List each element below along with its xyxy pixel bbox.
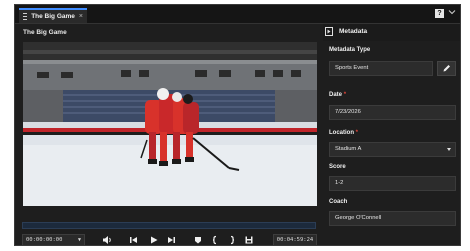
timecode-end: 00:04:59:24 [273, 234, 317, 245]
metadata-title: Metadata [339, 28, 368, 35]
metadata-type-label: Metadata Type [329, 47, 371, 53]
chevron-down-icon[interactable] [448, 8, 456, 16]
video-frame[interactable] [23, 42, 317, 206]
mark-out-icon[interactable] [227, 235, 237, 245]
step-back-icon[interactable] [129, 235, 139, 245]
video-panel: The Big Game 00:00:00:00 ▼ 00:04:59:24 [15, 24, 323, 245]
edit-metadata-type-button[interactable] [437, 61, 456, 76]
volume-icon[interactable] [102, 235, 112, 245]
list-icon [23, 13, 28, 20]
caret-down-icon: ▼ [77, 237, 81, 243]
timecode-start-value: 00:00:00:00 [26, 237, 63, 243]
help-icon[interactable]: ? [435, 9, 444, 18]
date-field[interactable]: 7/23/2026 [329, 105, 456, 120]
save-icon[interactable] [244, 235, 254, 245]
close-icon[interactable]: × [79, 13, 83, 20]
caret-down-icon [447, 148, 451, 151]
pencil-icon [443, 65, 450, 72]
coach-label: Coach [329, 199, 348, 205]
date-label: Date * [329, 92, 347, 98]
score-label: Score [329, 164, 346, 170]
location-label: Location * [329, 130, 359, 136]
metadata-header: Metadata [323, 24, 460, 41]
hockey-scene-image [23, 42, 317, 206]
tab-the-big-game[interactable]: The Big Game × [19, 8, 87, 23]
timecode-start[interactable]: 00:00:00:00 ▼ [22, 234, 85, 245]
video-title: The Big Game [23, 29, 67, 36]
tab-bar: The Big Game × ? [15, 5, 460, 24]
collapse-panel-icon[interactable] [325, 27, 333, 36]
tab-label: The Big Game [31, 13, 75, 20]
editor-window: The Big Game × ? The Big Game 00:00:00:0… [14, 4, 461, 246]
score-field[interactable]: 1-2 [329, 176, 456, 191]
mark-in-icon[interactable] [210, 235, 220, 245]
timeline-scrubber[interactable] [22, 222, 316, 229]
location-select[interactable]: Stadium A [329, 142, 456, 157]
coach-field[interactable]: George O'Connell [329, 211, 456, 226]
play-icon[interactable] [149, 235, 159, 245]
metadata-type-field[interactable]: Sports Event [329, 61, 433, 76]
step-forward-icon[interactable] [166, 235, 176, 245]
playback-controls: 00:00:00:00 ▼ 00:04:59:24 [15, 234, 323, 245]
marker-icon[interactable] [193, 235, 203, 245]
